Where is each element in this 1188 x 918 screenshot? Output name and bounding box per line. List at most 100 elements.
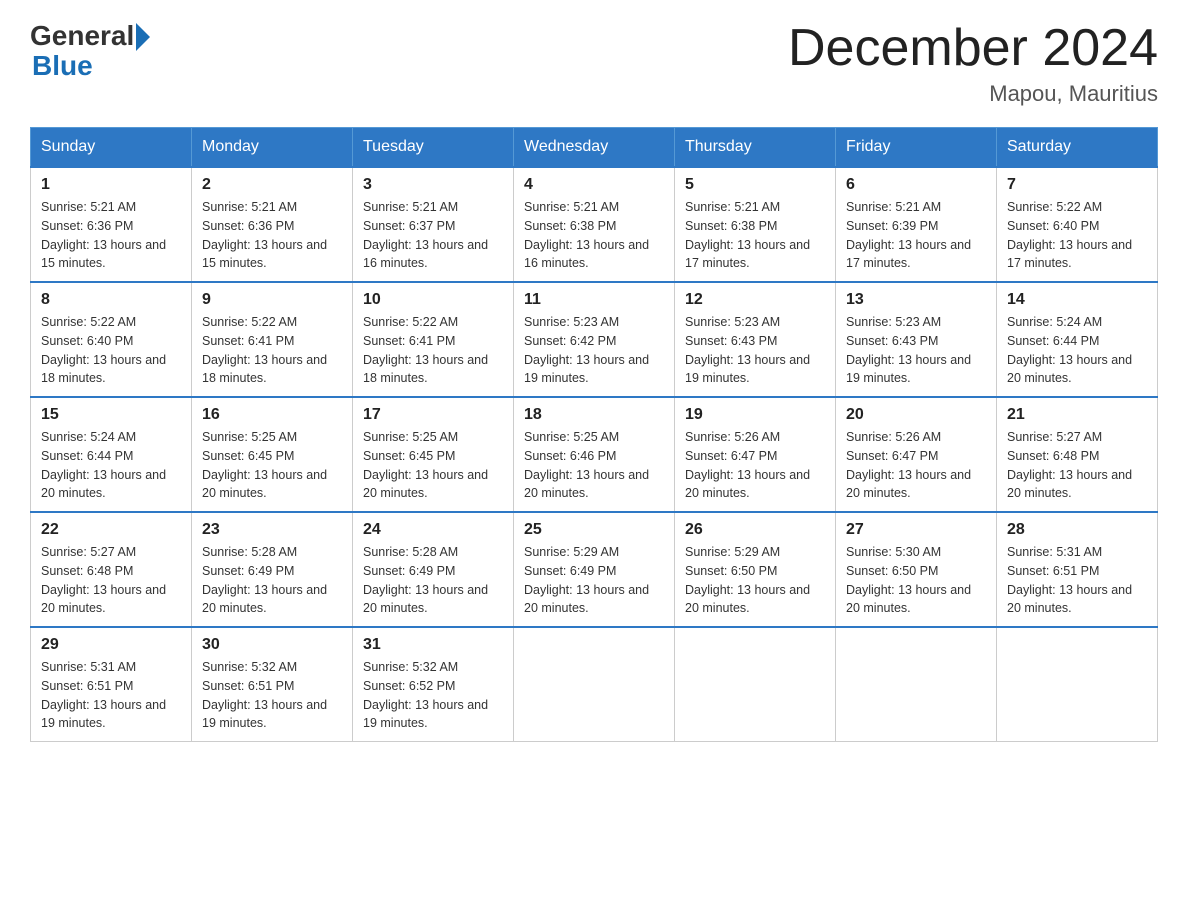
day-number: 11: [524, 291, 664, 309]
calendar-week-row: 22 Sunrise: 5:27 AM Sunset: 6:48 PM Dayl…: [31, 512, 1158, 627]
day-info: Sunrise: 5:21 AM Sunset: 6:37 PM Dayligh…: [363, 198, 503, 273]
day-number: 8: [41, 291, 181, 309]
table-row: 9 Sunrise: 5:22 AM Sunset: 6:41 PM Dayli…: [192, 282, 353, 397]
logo-text-blue: Blue: [32, 52, 93, 80]
day-number: 6: [846, 176, 986, 194]
logo: General Blue: [30, 20, 150, 80]
table-row: 5 Sunrise: 5:21 AM Sunset: 6:38 PM Dayli…: [675, 167, 836, 282]
table-row: 29 Sunrise: 5:31 AM Sunset: 6:51 PM Dayl…: [31, 627, 192, 742]
table-row: 13 Sunrise: 5:23 AM Sunset: 6:43 PM Dayl…: [836, 282, 997, 397]
day-number: 4: [524, 176, 664, 194]
day-number: 30: [202, 636, 342, 654]
table-row: [997, 627, 1158, 742]
day-number: 13: [846, 291, 986, 309]
day-info: Sunrise: 5:22 AM Sunset: 6:41 PM Dayligh…: [363, 313, 503, 388]
day-number: 21: [1007, 406, 1147, 424]
table-row: 18 Sunrise: 5:25 AM Sunset: 6:46 PM Dayl…: [514, 397, 675, 512]
col-wednesday: Wednesday: [514, 128, 675, 168]
table-row: 16 Sunrise: 5:25 AM Sunset: 6:45 PM Dayl…: [192, 397, 353, 512]
day-info: Sunrise: 5:25 AM Sunset: 6:45 PM Dayligh…: [363, 428, 503, 503]
day-info: Sunrise: 5:26 AM Sunset: 6:47 PM Dayligh…: [685, 428, 825, 503]
calendar-week-row: 8 Sunrise: 5:22 AM Sunset: 6:40 PM Dayli…: [31, 282, 1158, 397]
table-row: 8 Sunrise: 5:22 AM Sunset: 6:40 PM Dayli…: [31, 282, 192, 397]
day-info: Sunrise: 5:22 AM Sunset: 6:41 PM Dayligh…: [202, 313, 342, 388]
calendar-table: Sunday Monday Tuesday Wednesday Thursday…: [30, 127, 1158, 742]
day-info: Sunrise: 5:27 AM Sunset: 6:48 PM Dayligh…: [1007, 428, 1147, 503]
col-saturday: Saturday: [997, 128, 1158, 168]
day-number: 15: [41, 406, 181, 424]
day-info: Sunrise: 5:24 AM Sunset: 6:44 PM Dayligh…: [1007, 313, 1147, 388]
day-number: 28: [1007, 521, 1147, 539]
table-row: 6 Sunrise: 5:21 AM Sunset: 6:39 PM Dayli…: [836, 167, 997, 282]
table-row: 4 Sunrise: 5:21 AM Sunset: 6:38 PM Dayli…: [514, 167, 675, 282]
day-info: Sunrise: 5:29 AM Sunset: 6:50 PM Dayligh…: [685, 543, 825, 618]
day-number: 25: [524, 521, 664, 539]
day-info: Sunrise: 5:23 AM Sunset: 6:43 PM Dayligh…: [846, 313, 986, 388]
table-row: 7 Sunrise: 5:22 AM Sunset: 6:40 PM Dayli…: [997, 167, 1158, 282]
table-row: 19 Sunrise: 5:26 AM Sunset: 6:47 PM Dayl…: [675, 397, 836, 512]
day-number: 31: [363, 636, 503, 654]
day-number: 26: [685, 521, 825, 539]
day-info: Sunrise: 5:21 AM Sunset: 6:36 PM Dayligh…: [41, 198, 181, 273]
title-section: December 2024 Mapou, Mauritius: [788, 20, 1158, 107]
table-row: 30 Sunrise: 5:32 AM Sunset: 6:51 PM Dayl…: [192, 627, 353, 742]
table-row: 15 Sunrise: 5:24 AM Sunset: 6:44 PM Dayl…: [31, 397, 192, 512]
logo-triangle-icon: [136, 23, 150, 51]
day-info: Sunrise: 5:25 AM Sunset: 6:46 PM Dayligh…: [524, 428, 664, 503]
table-row: 22 Sunrise: 5:27 AM Sunset: 6:48 PM Dayl…: [31, 512, 192, 627]
table-row: 10 Sunrise: 5:22 AM Sunset: 6:41 PM Dayl…: [353, 282, 514, 397]
day-number: 17: [363, 406, 503, 424]
day-info: Sunrise: 5:29 AM Sunset: 6:49 PM Dayligh…: [524, 543, 664, 618]
table-row: 27 Sunrise: 5:30 AM Sunset: 6:50 PM Dayl…: [836, 512, 997, 627]
page-header: General Blue December 2024 Mapou, Maurit…: [30, 20, 1158, 107]
col-monday: Monday: [192, 128, 353, 168]
day-info: Sunrise: 5:22 AM Sunset: 6:40 PM Dayligh…: [1007, 198, 1147, 273]
day-number: 22: [41, 521, 181, 539]
calendar-week-row: 15 Sunrise: 5:24 AM Sunset: 6:44 PM Dayl…: [31, 397, 1158, 512]
table-row: 20 Sunrise: 5:26 AM Sunset: 6:47 PM Dayl…: [836, 397, 997, 512]
day-number: 12: [685, 291, 825, 309]
day-number: 18: [524, 406, 664, 424]
table-row: 17 Sunrise: 5:25 AM Sunset: 6:45 PM Dayl…: [353, 397, 514, 512]
day-info: Sunrise: 5:22 AM Sunset: 6:40 PM Dayligh…: [41, 313, 181, 388]
day-info: Sunrise: 5:28 AM Sunset: 6:49 PM Dayligh…: [202, 543, 342, 618]
day-number: 9: [202, 291, 342, 309]
table-row: 1 Sunrise: 5:21 AM Sunset: 6:36 PM Dayli…: [31, 167, 192, 282]
day-number: 1: [41, 176, 181, 194]
day-number: 27: [846, 521, 986, 539]
col-tuesday: Tuesday: [353, 128, 514, 168]
table-row: [675, 627, 836, 742]
day-info: Sunrise: 5:21 AM Sunset: 6:38 PM Dayligh…: [524, 198, 664, 273]
day-number: 29: [41, 636, 181, 654]
location-subtitle: Mapou, Mauritius: [788, 81, 1158, 107]
day-info: Sunrise: 5:32 AM Sunset: 6:52 PM Dayligh…: [363, 658, 503, 733]
day-info: Sunrise: 5:21 AM Sunset: 6:38 PM Dayligh…: [685, 198, 825, 273]
table-row: 14 Sunrise: 5:24 AM Sunset: 6:44 PM Dayl…: [997, 282, 1158, 397]
table-row: 28 Sunrise: 5:31 AM Sunset: 6:51 PM Dayl…: [997, 512, 1158, 627]
table-row: 21 Sunrise: 5:27 AM Sunset: 6:48 PM Dayl…: [997, 397, 1158, 512]
table-row: 2 Sunrise: 5:21 AM Sunset: 6:36 PM Dayli…: [192, 167, 353, 282]
day-number: 10: [363, 291, 503, 309]
table-row: 12 Sunrise: 5:23 AM Sunset: 6:43 PM Dayl…: [675, 282, 836, 397]
calendar-header-row: Sunday Monday Tuesday Wednesday Thursday…: [31, 128, 1158, 168]
table-row: 11 Sunrise: 5:23 AM Sunset: 6:42 PM Dayl…: [514, 282, 675, 397]
day-info: Sunrise: 5:32 AM Sunset: 6:51 PM Dayligh…: [202, 658, 342, 733]
calendar-week-row: 29 Sunrise: 5:31 AM Sunset: 6:51 PM Dayl…: [31, 627, 1158, 742]
col-thursday: Thursday: [675, 128, 836, 168]
day-info: Sunrise: 5:24 AM Sunset: 6:44 PM Dayligh…: [41, 428, 181, 503]
day-info: Sunrise: 5:28 AM Sunset: 6:49 PM Dayligh…: [363, 543, 503, 618]
day-info: Sunrise: 5:31 AM Sunset: 6:51 PM Dayligh…: [41, 658, 181, 733]
table-row: 24 Sunrise: 5:28 AM Sunset: 6:49 PM Dayl…: [353, 512, 514, 627]
day-info: Sunrise: 5:26 AM Sunset: 6:47 PM Dayligh…: [846, 428, 986, 503]
day-info: Sunrise: 5:31 AM Sunset: 6:51 PM Dayligh…: [1007, 543, 1147, 618]
table-row: 3 Sunrise: 5:21 AM Sunset: 6:37 PM Dayli…: [353, 167, 514, 282]
table-row: [514, 627, 675, 742]
day-number: 14: [1007, 291, 1147, 309]
logo-text-general: General: [30, 20, 134, 52]
table-row: [836, 627, 997, 742]
table-row: 23 Sunrise: 5:28 AM Sunset: 6:49 PM Dayl…: [192, 512, 353, 627]
day-number: 19: [685, 406, 825, 424]
day-number: 20: [846, 406, 986, 424]
day-number: 2: [202, 176, 342, 194]
day-number: 5: [685, 176, 825, 194]
